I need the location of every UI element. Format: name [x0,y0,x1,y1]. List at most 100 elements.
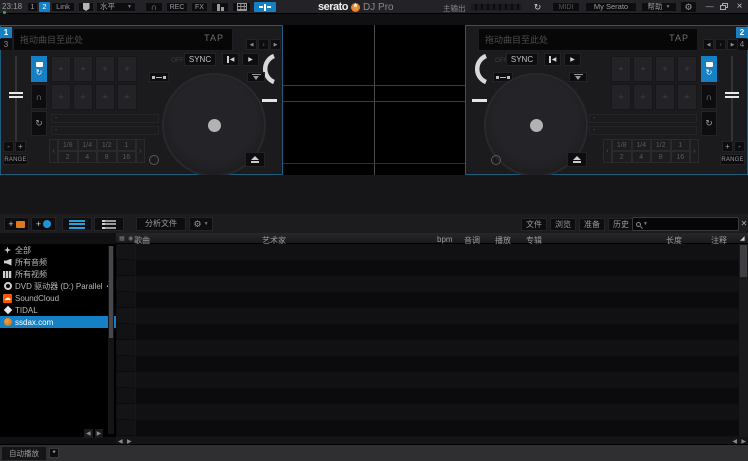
column-sort-corner[interactable]: ◢ [740,235,745,242]
settings-button[interactable]: ⚙ [681,2,696,12]
pitch-slider-handle[interactable] [725,92,739,98]
sidebar-item-2[interactable]: 所有音频 [0,256,116,268]
cue-loop-mode-button[interactable]: ↻ [31,56,47,82]
layout-mode-dropdown[interactable]: 水平 ▼ [96,2,136,12]
loop-slot[interactable]: - [589,126,697,135]
window-restore-button[interactable] [718,3,731,13]
loop-scroll-right[interactable]: › [136,139,145,163]
library-vertical-scrollbar[interactable] [739,244,748,437]
loop-size-cell[interactable]: 16 [117,151,137,163]
loop-slot[interactable]: - [51,114,159,123]
loop-size-cell[interactable]: 1/8 [58,139,78,151]
loop-activation-button[interactable]: ↻ [530,2,545,12]
pitch-range-minus-button[interactable]: - [3,141,14,152]
autoplay-checkbox[interactable]: * [49,448,59,458]
loop-mode-button[interactable]: ↻ [701,111,717,136]
performance-pad[interactable]: + [117,84,137,110]
pitch-range-minus-button[interactable]: - [734,141,745,152]
waveform-filter-button[interactable] [569,72,587,82]
performance-pad[interactable]: + [611,84,631,110]
performance-pad[interactable]: + [73,56,93,82]
performance-pad[interactable]: + [117,56,137,82]
detail-view-button[interactable] [94,217,124,231]
next-track-icon[interactable]: ▶ [270,39,281,50]
deck-number-tab[interactable]: 2 [736,27,748,38]
display-mode-button[interactable] [254,2,276,12]
panel-tab-3[interactable]: 准备 [579,218,605,231]
play-button[interactable]: ▶ [242,53,259,66]
deck-alt-number-tab[interactable]: 3 [0,39,12,50]
pad-view-button[interactable] [232,2,251,12]
list-view-button[interactable] [62,217,92,231]
pitch-range-plus-button[interactable]: + [15,141,26,152]
panel-tab-4[interactable]: 历史 [608,218,634,231]
pitch-range-button[interactable]: RANGE [3,154,28,165]
loop-scroll-right[interactable]: › [690,139,699,163]
loop-slot[interactable]: - [589,114,697,123]
loop-scroll-left[interactable]: ‹ [603,139,612,163]
cue-loop-mode-button[interactable]: ↻ [701,56,717,82]
track-icon[interactable]: ♪ [258,39,269,50]
analysis-settings-button[interactable]: ⚙ ▼ [189,217,213,231]
sidebar-item-1[interactable]: 全部 [0,244,116,256]
loop-size-cell[interactable]: 1/2 [97,139,117,151]
analyze-files-button[interactable]: 分析文件 [136,217,186,231]
tap-button[interactable]: TAP [204,33,224,43]
play-button[interactable]: ▶ [564,53,581,66]
tap-button[interactable]: TAP [669,33,689,43]
beat-jump-button[interactable] [149,72,169,82]
cue-previous-button[interactable]: ◀ [544,53,561,66]
panel-tab-1[interactable]: 文件 [521,218,547,231]
track-icon[interactable]: ♪ [715,39,726,50]
sidebar-item-7[interactable]: ssdax.com [0,316,116,328]
deck-count-4-button[interactable]: 2 [39,2,50,12]
deck-number-tab[interactable]: 1 [0,27,12,38]
waveform-filter-button[interactable] [247,72,265,82]
scroll-right-icon[interactable]: ▶ [95,429,104,438]
performance-pad[interactable]: + [655,56,675,82]
sidebar-item-5[interactable]: ☁SoundCloud [0,292,116,304]
performance-pad[interactable]: + [633,84,653,110]
add-smart-crate-button[interactable]: + [31,217,56,231]
track-list[interactable] [116,244,739,437]
search-clear-button[interactable]: ✕ [740,219,748,229]
pitch-slider[interactable] [725,56,739,148]
add-crate-button[interactable]: + [4,217,29,231]
column-header-3[interactable]: bpm [437,235,453,244]
prev-track-icon[interactable]: ◀ [246,39,257,50]
loop-size-cell[interactable]: 1/8 [612,139,632,151]
loop-size-cell[interactable]: 4 [632,151,652,163]
loop-size-cell[interactable]: 1 [671,139,691,151]
my-serato-button[interactable]: My Serato [585,2,637,12]
performance-pad[interactable]: + [51,84,71,110]
loop-scroll-left[interactable]: ‹ [49,139,58,163]
midi-button[interactable]: MIDI [552,2,580,12]
pitch-range-plus-button[interactable]: + [722,141,733,152]
loop-size-cell[interactable]: 1/4 [632,139,652,151]
limiter-button[interactable] [78,2,94,12]
sampler-panel-button[interactable] [211,2,229,12]
performance-pad[interactable]: + [677,84,697,110]
track-title-strip[interactable]: 拖动曲目至此处TAP [13,28,233,51]
loop-size-cell[interactable]: 1/2 [651,139,671,151]
performance-pad[interactable]: + [633,56,653,82]
rec-panel-button[interactable]: REC [166,2,188,12]
pitch-slider-handle[interactable] [9,92,23,98]
performance-pad[interactable]: + [611,56,631,82]
performance-pad[interactable]: + [95,56,115,82]
sidebar-item-6[interactable]: TIDAL [0,304,116,316]
eject-button[interactable] [567,152,587,167]
track-title-strip[interactable]: 拖动曲目至此处TAP [478,28,698,51]
loop-size-cell[interactable]: 2 [58,151,78,163]
slip-mode-button[interactable] [491,155,501,165]
slip-mode-button[interactable] [149,155,159,165]
sidebar-scrollbar[interactable] [108,246,114,434]
search-input[interactable]: ▼ [632,217,739,231]
help-dropdown[interactable]: 帮助 ▼ [641,2,677,12]
cue-mode-button[interactable]: ∩ [701,84,717,109]
loop-size-cell[interactable]: 1 [117,139,137,151]
performance-pad[interactable]: + [73,84,93,110]
link-button[interactable]: Link [51,2,75,12]
window-minimize-button[interactable]: — [703,2,716,12]
panel-tab-2[interactable]: 浏览 [550,218,576,231]
